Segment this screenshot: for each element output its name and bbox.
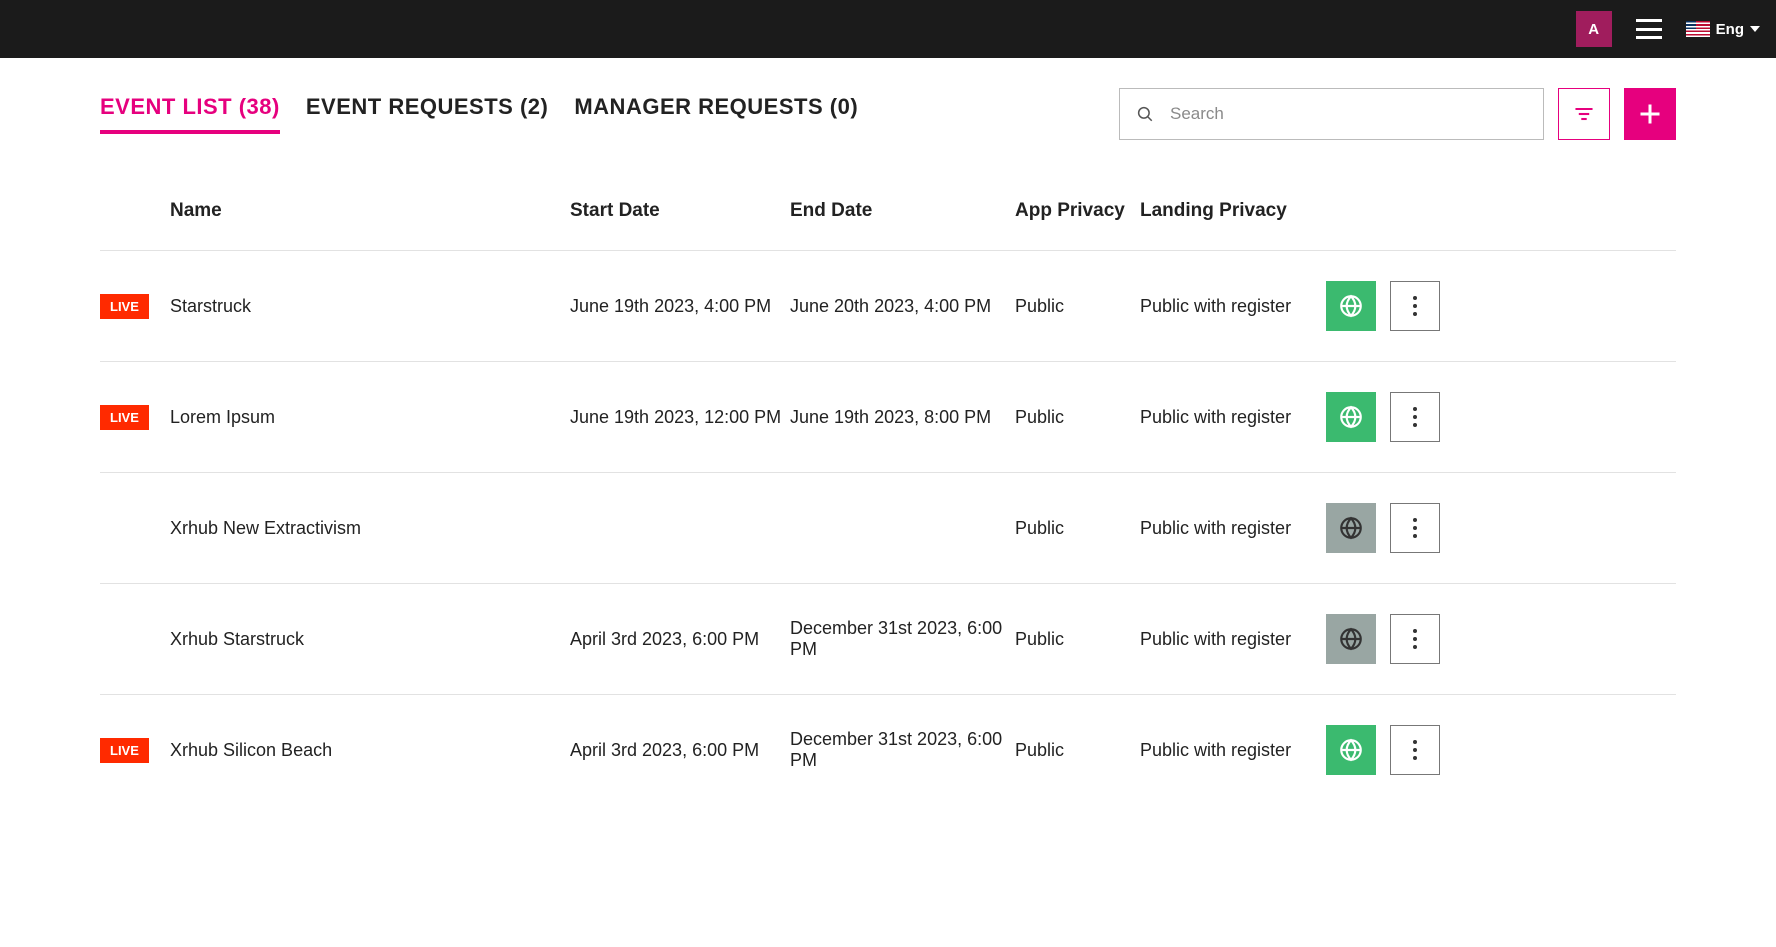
tab-manager-requests[interactable]: MANAGER REQUESTS (0) (574, 94, 858, 134)
cell-app-privacy: Public (1015, 407, 1140, 428)
search-icon (1136, 105, 1154, 123)
dots-vertical-icon (1413, 629, 1417, 649)
col-app-privacy: App Privacy (1015, 200, 1140, 222)
language-selector[interactable]: Eng (1686, 21, 1760, 38)
actions-cell (1300, 392, 1440, 442)
tab-event-requests[interactable]: EVENT REQUESTS (2) (306, 94, 548, 134)
status-cell: LIVE (100, 405, 170, 430)
more-button[interactable] (1390, 503, 1440, 553)
globe-icon (1338, 737, 1364, 763)
cell-app-privacy: Public (1015, 296, 1140, 317)
col-name: Name (170, 200, 570, 222)
table-row[interactable]: Xrhub New Extractivism PublicPublic with … (100, 472, 1676, 583)
search-input[interactable] (1170, 104, 1527, 124)
actions-cell (1300, 503, 1440, 553)
table-row[interactable]: LIVE StarstruckJune 19th 2023, 4:00 PMJun… (100, 250, 1676, 361)
more-button[interactable] (1390, 392, 1440, 442)
cell-start-date: June 19th 2023, 4:00 PM (570, 296, 790, 317)
dots-vertical-icon (1413, 407, 1417, 427)
globe-button[interactable] (1326, 392, 1376, 442)
live-badge: LIVE (100, 738, 149, 763)
more-button[interactable] (1390, 614, 1440, 664)
flag-us-icon (1686, 21, 1710, 37)
table-row[interactable]: LIVE Lorem IpsumJune 19th 2023, 12:00 PMJ… (100, 361, 1676, 472)
cell-app-privacy: Public (1015, 740, 1140, 761)
tabs: EVENT LIST (38) EVENT REQUESTS (2) MANAG… (100, 94, 1119, 134)
filter-icon (1574, 104, 1594, 124)
cell-app-privacy: Public (1015, 518, 1140, 539)
cell-name: Starstruck (170, 296, 570, 317)
cell-start-date: April 3rd 2023, 6:00 PM (570, 629, 790, 650)
dots-vertical-icon (1413, 296, 1417, 316)
cell-name: Xrhub New Extractivism (170, 518, 570, 539)
cell-name: Lorem Ipsum (170, 407, 570, 428)
live-badge: LIVE (100, 294, 149, 319)
table-row[interactable]: Xrhub StarstruckApril 3rd 2023, 6:00 PMD… (100, 583, 1676, 694)
actions-cell (1300, 614, 1440, 664)
avatar[interactable]: A (1576, 11, 1612, 47)
plus-icon (1638, 102, 1662, 126)
language-label: Eng (1716, 21, 1744, 38)
globe-button[interactable] (1326, 725, 1376, 775)
cell-app-privacy: Public (1015, 629, 1140, 650)
globe-icon (1338, 515, 1364, 541)
events-table: Name Start Date End Date App Privacy Lan… (100, 190, 1676, 805)
chevron-down-icon (1750, 26, 1760, 32)
globe-icon (1338, 626, 1364, 652)
dots-vertical-icon (1413, 518, 1417, 538)
dots-vertical-icon (1413, 740, 1417, 760)
menu-icon[interactable] (1636, 19, 1662, 39)
cell-landing-privacy: Public with register (1140, 518, 1300, 539)
globe-button[interactable] (1326, 614, 1376, 664)
cell-landing-privacy: Public with register (1140, 740, 1300, 761)
cell-start-date: June 19th 2023, 12:00 PM (570, 407, 790, 428)
cell-name: Xrhub Starstruck (170, 629, 570, 650)
actions-cell (1300, 281, 1440, 331)
cell-landing-privacy: Public with register (1140, 407, 1300, 428)
filter-button[interactable] (1558, 88, 1610, 140)
cell-end-date: June 20th 2023, 4:00 PM (790, 296, 1015, 317)
globe-icon (1338, 293, 1364, 319)
tab-event-list[interactable]: EVENT LIST (38) (100, 94, 280, 134)
cell-landing-privacy: Public with register (1140, 296, 1300, 317)
search-box[interactable] (1119, 88, 1544, 140)
top-bar: A Eng (0, 0, 1776, 58)
more-button[interactable] (1390, 281, 1440, 331)
status-cell: LIVE (100, 294, 170, 319)
col-landing-privacy: Landing Privacy (1140, 200, 1300, 222)
table-header: Name Start Date End Date App Privacy Lan… (100, 190, 1676, 250)
cell-start-date: April 3rd 2023, 6:00 PM (570, 740, 790, 761)
actions-cell (1300, 725, 1440, 775)
cell-end-date: December 31st 2023, 6:00 PM (790, 618, 1015, 660)
col-end-date: End Date (790, 200, 1015, 222)
cell-end-date: December 31st 2023, 6:00 PM (790, 729, 1015, 771)
cell-name: Xrhub Silicon Beach (170, 740, 570, 761)
col-start-date: Start Date (570, 200, 790, 222)
cell-landing-privacy: Public with register (1140, 629, 1300, 650)
add-button[interactable] (1624, 88, 1676, 140)
live-badge: LIVE (100, 405, 149, 430)
globe-button[interactable] (1326, 281, 1376, 331)
table-row[interactable]: LIVE Xrhub Silicon BeachApril 3rd 2023, 6… (100, 694, 1676, 805)
status-cell: LIVE (100, 738, 170, 763)
globe-icon (1338, 404, 1364, 430)
globe-button[interactable] (1326, 503, 1376, 553)
more-button[interactable] (1390, 725, 1440, 775)
cell-end-date: June 19th 2023, 8:00 PM (790, 407, 1015, 428)
